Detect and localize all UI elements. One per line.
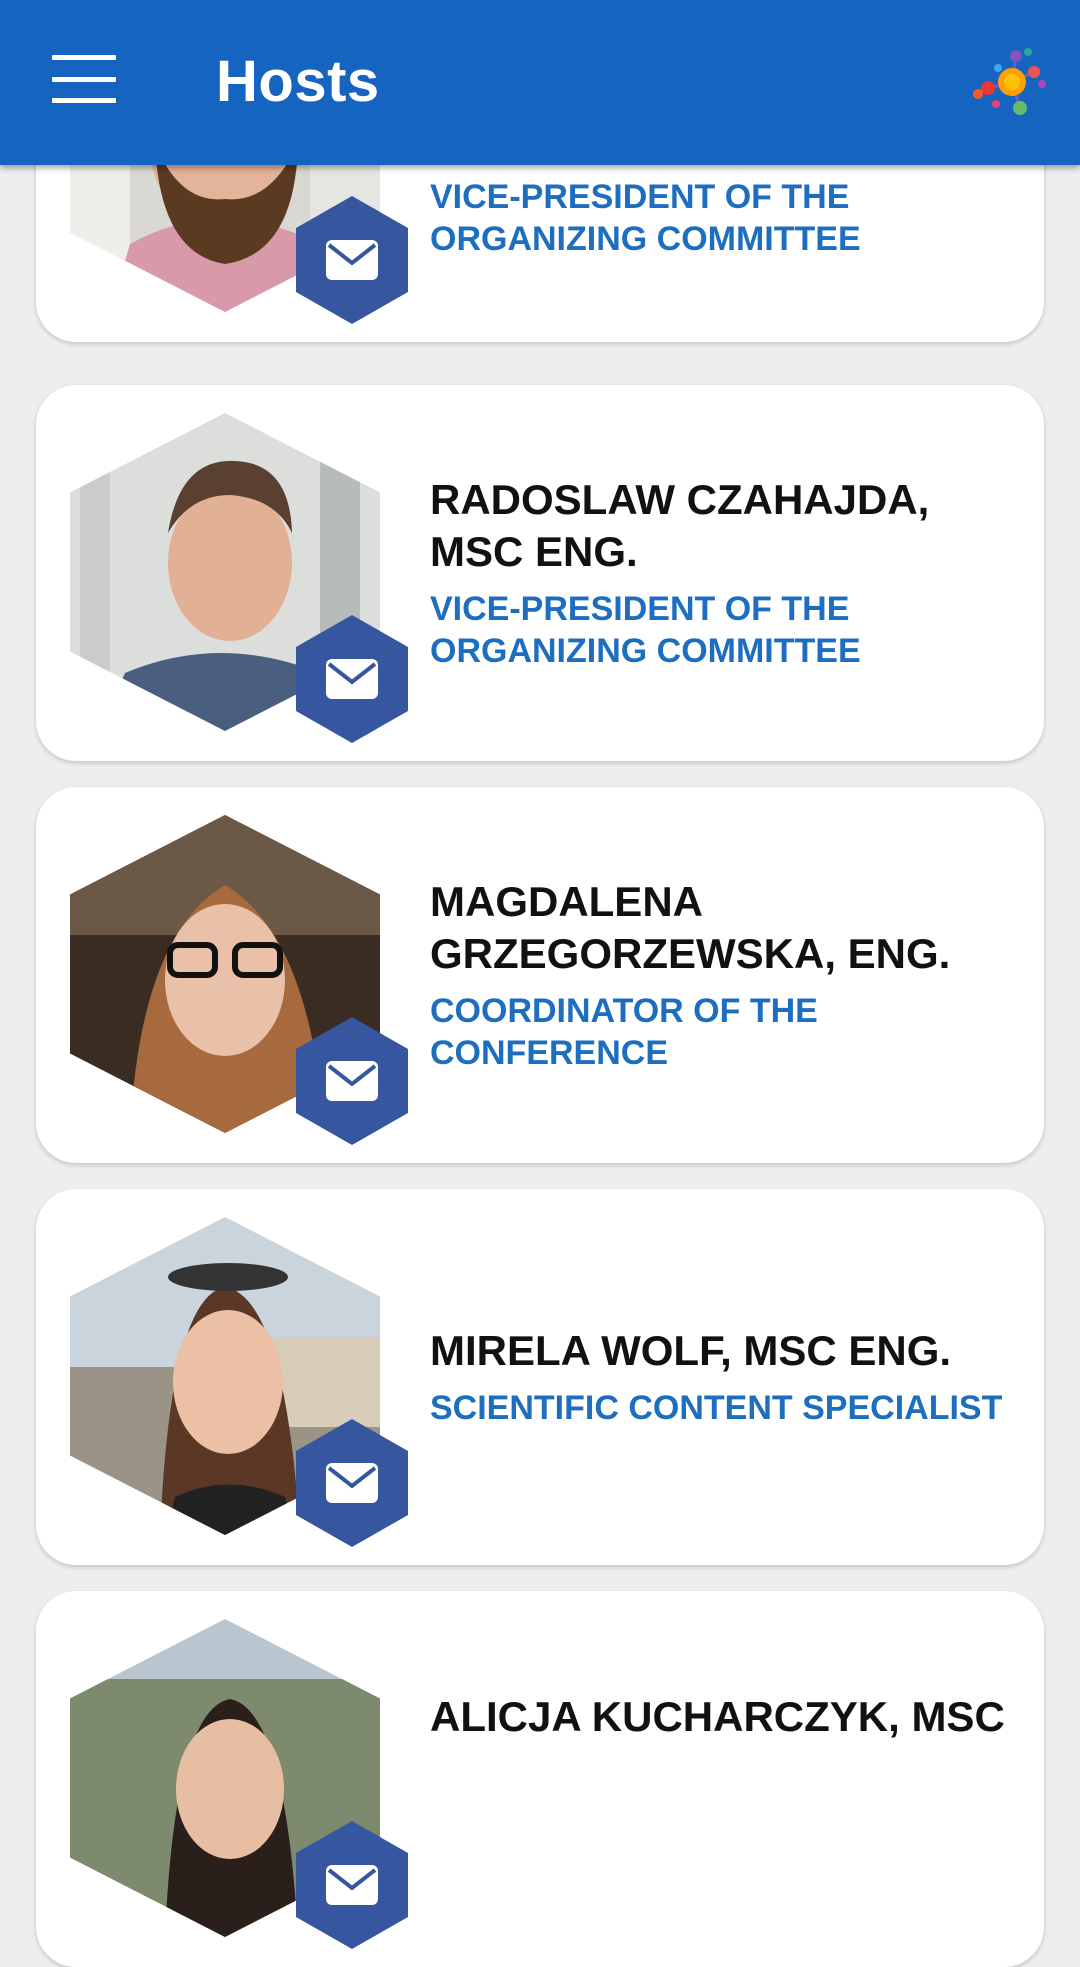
- host-info: MAGDALENA GRZEGORZEWSKA, ENG. COORDINATO…: [430, 787, 1014, 1163]
- app-bar: Hosts: [0, 0, 1080, 165]
- host-info: ALICJA KUCHARCZYK, MSC: [430, 1591, 1014, 1967]
- host-role: VICE-PRESIDENT OF THE ORGANIZING COMMITT…: [430, 178, 861, 258]
- host-name: ALICJA KUCHARCZYK, MSC: [430, 1693, 1005, 1740]
- host-name: MAGDALENA GRZEGORZEWSKA, ENG.: [430, 878, 951, 977]
- host-card: MAGDALENA GRZEGORZEWSKA, ENG. COORDINATO…: [36, 787, 1044, 1163]
- envelope-icon: [326, 1061, 378, 1101]
- host-role: SCIENTIFIC CONTENT SPECIALIST: [430, 1389, 1003, 1427]
- molecule-logo-icon: [973, 48, 1046, 115]
- page-title: Hosts: [216, 49, 380, 114]
- host-name: RADOSLAW CZAHAJDA, MSC ENG.: [430, 476, 930, 575]
- host-role: VICE-PRESIDENT OF THE ORGANIZING COMMITT…: [430, 590, 861, 670]
- host-info: RADOSLAW CZAHAJDA, MSC ENG. VICE-PRESIDE…: [430, 385, 1014, 761]
- host-info: MIRELA WOLF, MSC ENG. SCIENTIFIC CONTENT…: [430, 1189, 1014, 1565]
- host-card: MIRELA WOLF, MSC ENG. SCIENTIFIC CONTENT…: [36, 1189, 1044, 1565]
- envelope-icon: [326, 1865, 378, 1905]
- host-card: RADOSLAW CZAHAJDA, MSC ENG. VICE-PRESIDE…: [36, 385, 1044, 761]
- host-card: ALICJA KUCHARCZYK, MSC: [36, 1591, 1044, 1967]
- envelope-icon: [326, 240, 378, 280]
- host-role: COORDINATOR OF THE CONFERENCE: [430, 992, 818, 1072]
- envelope-icon: [326, 1463, 378, 1503]
- host-name: MIRELA WOLF, MSC ENG.: [430, 1327, 952, 1374]
- envelope-icon: [326, 659, 378, 699]
- hamburger-menu-icon[interactable]: [52, 55, 116, 103]
